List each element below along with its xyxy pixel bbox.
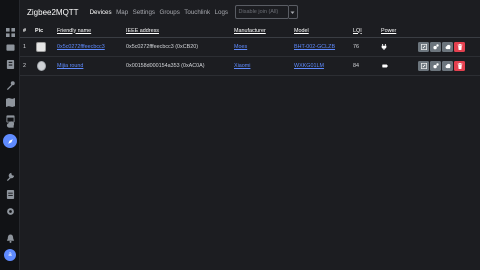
plug-icon [381, 38, 387, 56]
top-bar: Zigbee2MQTT Devices Map Settings Groups … [20, 0, 480, 24]
edit-icon [420, 44, 427, 50]
nav-groups[interactable]: Groups [160, 9, 180, 16]
thermostat-image [36, 42, 46, 52]
trash-icon [457, 44, 462, 50]
reconfigure-button[interactable] [430, 61, 441, 71]
cogs-icon [432, 44, 439, 50]
edit-icon [420, 63, 427, 69]
table-row: 1 0x5c0272fffeecbcc3 0x5c0272fffeecbcc3 … [20, 38, 480, 57]
row-actions [418, 38, 466, 56]
cloud-icon [445, 63, 450, 69]
app-title[interactable]: Zigbee2MQTT [27, 8, 79, 17]
caret-down-icon [290, 11, 295, 14]
permit-join-dropdown[interactable] [288, 5, 298, 19]
nav-map[interactable]: Map [116, 9, 128, 16]
main-nav: Devices Map Settings Groups Touchlink Lo… [90, 9, 233, 16]
nav-settings[interactable]: Settings [133, 9, 155, 16]
rename-button[interactable] [418, 42, 429, 52]
cloud-icon[interactable] [4, 118, 16, 130]
col-pic: Pic [35, 27, 44, 34]
device-lqi: 84 [353, 63, 359, 69]
dashboard-icon[interactable] [4, 26, 16, 38]
cogs-icon [432, 63, 439, 69]
col-lqi[interactable]: LQI [353, 24, 362, 37]
device-model[interactable]: WXKG01LM [294, 57, 324, 75]
device-ieee-address: 0x5c0272fffeecbcc3 (0xCB20) [126, 44, 199, 50]
nav-logs[interactable]: Logs [215, 9, 228, 16]
logs-icon[interactable] [4, 188, 16, 200]
device-ieee-address: 0x00158d000154a353 (0xAC0A) [126, 63, 205, 69]
table-header: # Pic Friendly name IEEE address Manufac… [20, 24, 480, 38]
row-actions [418, 57, 466, 75]
map-icon[interactable] [4, 96, 16, 108]
row-number: 2 [23, 63, 26, 69]
ota-button[interactable] [442, 61, 453, 71]
ota-button[interactable] [442, 42, 453, 52]
device-picture [35, 57, 47, 75]
sidebar: a [0, 0, 20, 270]
delete-button[interactable] [454, 61, 465, 71]
devices-table: # Pic Friendly name IEEE address Manufac… [20, 24, 480, 76]
device-manufacturer[interactable]: Xiaomi [234, 57, 250, 75]
tools-icon[interactable] [4, 79, 16, 91]
device-friendly-name[interactable]: Mijia round [57, 57, 83, 75]
permit-join-button[interactable]: Disable join (All) [234, 5, 289, 19]
rename-button[interactable] [418, 61, 429, 71]
settings-icon[interactable] [4, 205, 16, 217]
device-friendly-name[interactable]: 0x5c0272fffeecbcc3 [57, 38, 105, 56]
card-icon[interactable] [4, 58, 16, 70]
nav-touchlink[interactable]: Touchlink [184, 9, 210, 16]
col-number: # [23, 27, 26, 34]
devices-icon[interactable] [4, 42, 16, 54]
avatar[interactable]: a [4, 249, 16, 261]
bell-icon[interactable] [4, 232, 16, 244]
col-model[interactable]: Model [294, 24, 309, 37]
battery-icon [381, 57, 389, 75]
device-picture [35, 38, 47, 56]
delete-button[interactable] [454, 42, 465, 52]
col-manufacturer[interactable]: Manufacturer [234, 24, 266, 37]
device-manufacturer[interactable]: Moes [234, 38, 247, 56]
device-model[interactable]: BHT-002-GCLZB [294, 38, 335, 56]
cloud-icon [445, 44, 450, 50]
device-lqi: 76 [353, 44, 359, 50]
wrench-icon[interactable] [4, 170, 16, 182]
table-row: 2 Mijia round 0x00158d000154a353 (0xAC0A… [20, 57, 480, 76]
reconfigure-button[interactable] [430, 42, 441, 52]
compass-icon[interactable] [3, 134, 17, 148]
col-power[interactable]: Power [381, 24, 396, 37]
nav-devices[interactable]: Devices [90, 9, 112, 16]
trash-icon [457, 63, 462, 69]
button-image [36, 61, 46, 71]
col-friendly-name[interactable]: Friendly name [57, 24, 91, 37]
col-ieee-address[interactable]: IEEE address [126, 24, 159, 37]
row-number: 1 [23, 44, 26, 50]
